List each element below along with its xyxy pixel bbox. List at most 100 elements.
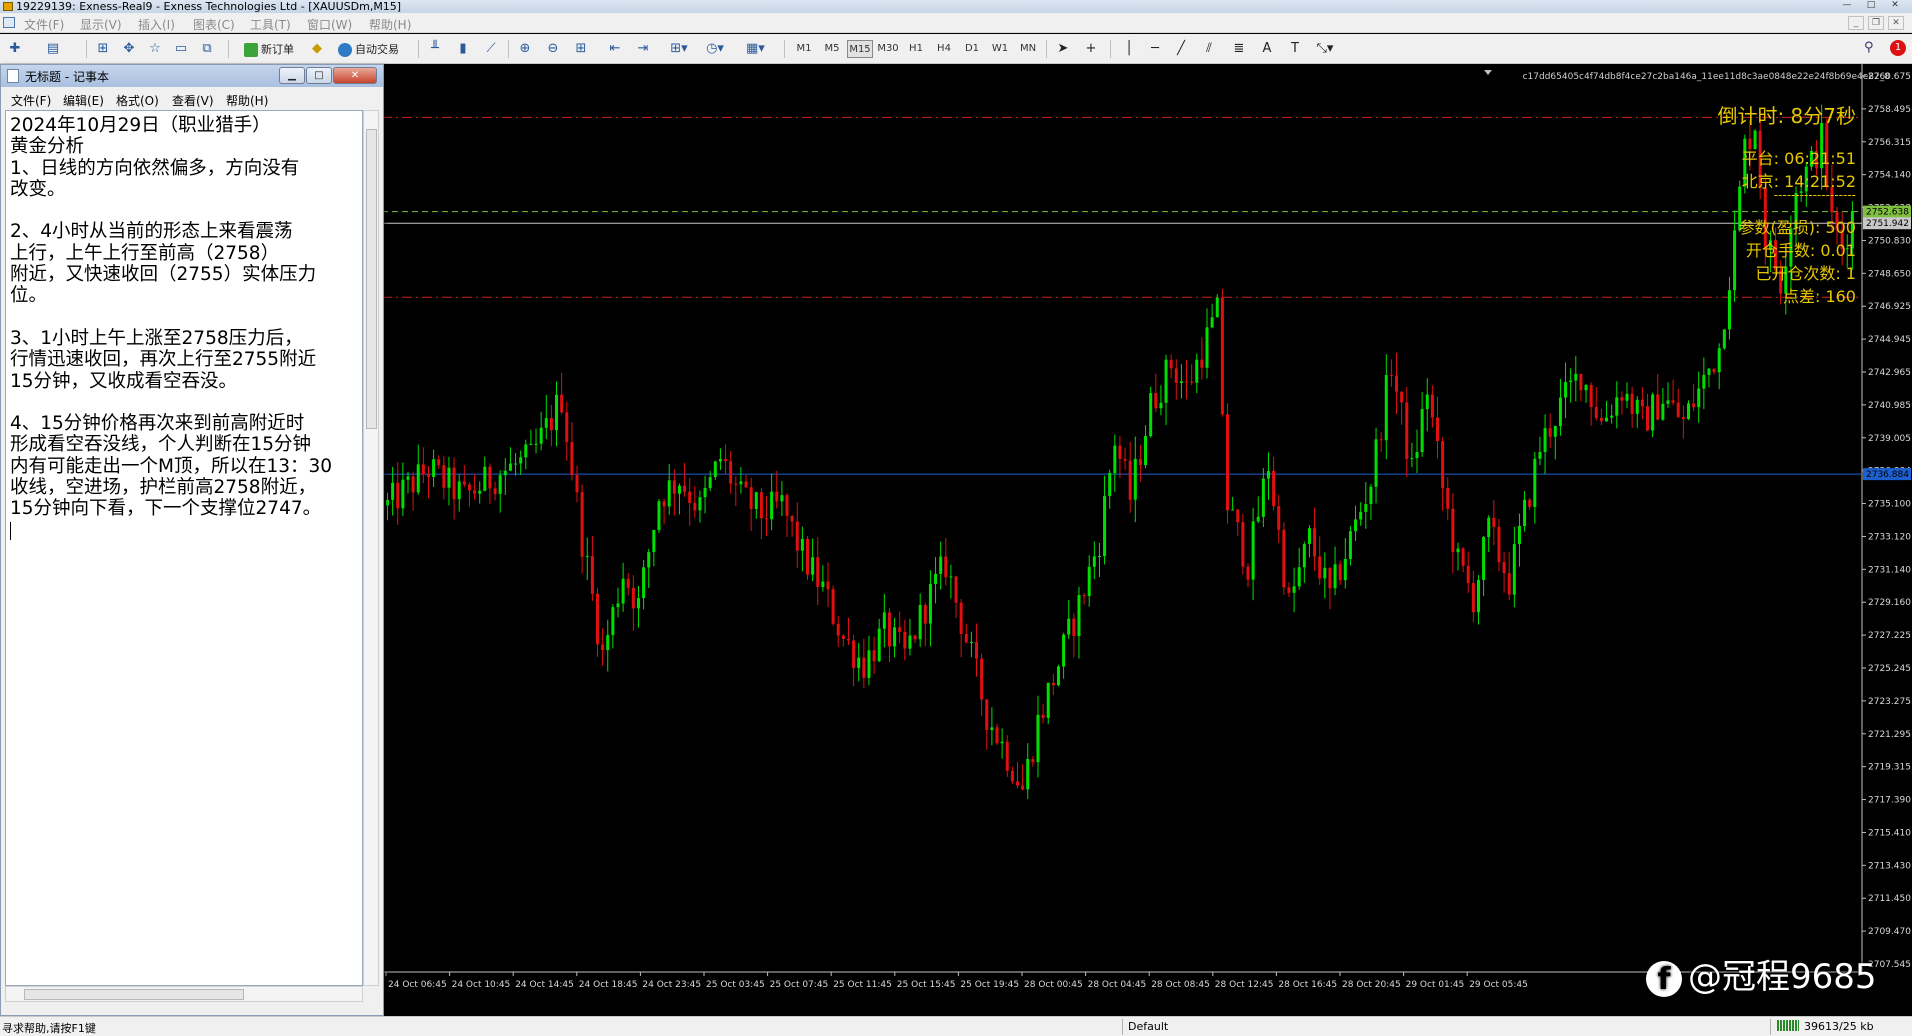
menu-tools[interactable]: 工具(T)	[250, 16, 291, 33]
zoom-in-icon[interactable]: ⊕	[516, 40, 534, 58]
menu-file[interactable]: 文件(F)	[24, 16, 64, 33]
zoom-out-icon[interactable]: ⊖	[544, 40, 562, 58]
market-watch-icon[interactable]: ⊞	[94, 40, 112, 58]
candle-body	[647, 552, 651, 568]
notepad-window[interactable]: 无标题 - 记事本 ▁ □ ✕ 文件(F) 编辑(E) 格式(O) 查看(V) …	[0, 64, 384, 1016]
maximize-button[interactable]: □	[1860, 0, 1882, 11]
timeframe-m1[interactable]: M1	[791, 40, 817, 58]
tile-windows-icon[interactable]: ⊞	[572, 40, 590, 58]
candle-body	[1410, 458, 1414, 460]
candle-body	[893, 627, 897, 647]
candle-body	[826, 581, 830, 590]
notepad-icon	[7, 69, 19, 83]
chart-canvas[interactable]: 2760.6752758.4952756.3152754.1402752.638…	[382, 64, 1912, 994]
indicators-icon[interactable]: ⊞▾	[670, 40, 688, 58]
text-line: 收线，空进场，护栏前高2758附近，	[10, 477, 317, 499]
notepad-minimize-button[interactable]: ▁	[279, 67, 305, 84]
timeframe-m30[interactable]: M30	[875, 40, 901, 58]
candle-body	[1164, 359, 1168, 403]
terminal-icon[interactable]: ▭	[172, 40, 190, 58]
trendline-icon[interactable]: ╱	[1172, 40, 1190, 58]
timeframe-h1[interactable]: H1	[903, 40, 929, 58]
metaeditor-icon[interactable]: ◆	[308, 40, 326, 58]
notepad-title-bar[interactable]: 无标题 - 记事本 ▁ □ ✕	[1, 65, 383, 87]
menu-help[interactable]: 帮助(H)	[369, 16, 411, 33]
candle-body	[488, 466, 492, 489]
candle-body	[969, 641, 973, 643]
notepad-menu-edit[interactable]: 编辑(E)	[63, 92, 104, 109]
templates-icon[interactable]: ▦▾	[746, 40, 765, 58]
menu-charts[interactable]: 图表(C)	[193, 16, 235, 33]
scrollbar-thumb[interactable]	[366, 129, 377, 429]
notification-badge[interactable]: 1	[1890, 40, 1906, 56]
timeframe-h4[interactable]: H4	[931, 40, 957, 58]
notepad-text-area[interactable]: 2024年10月29日（职业猎手） 黄金分析 1、日线的方向依然偏多，方向没有 …	[5, 110, 363, 986]
menu-window[interactable]: 窗口(W)	[307, 16, 352, 33]
notepad-menu-file[interactable]: 文件(F)	[11, 92, 51, 109]
navigator-icon[interactable]: ☆	[146, 40, 164, 58]
price-tick-label: 2723.275	[1868, 697, 1911, 707]
timeframe-m5[interactable]: M5	[819, 40, 845, 58]
arrows-tool-icon[interactable]: ⤡▾	[1316, 40, 1334, 58]
candlestick-chart-icon[interactable]: ▮	[454, 40, 472, 58]
data-window-icon[interactable]: ✥	[120, 40, 138, 58]
candle-body	[621, 578, 625, 604]
time-tick-label: 25 Oct 19:45	[960, 980, 1019, 990]
menu-view[interactable]: 显示(V)	[80, 16, 122, 33]
candle-body	[1016, 781, 1019, 786]
fibonacci-icon[interactable]: ≣	[1230, 40, 1248, 58]
opened-count-label: 已开仓次数: 1	[1755, 264, 1856, 283]
scrollbar-thumb[interactable]	[24, 989, 244, 1000]
candle-body	[887, 612, 891, 647]
mdi-restore-button[interactable]: ❐	[1868, 16, 1884, 30]
time-tick-label: 28 Oct 08:45	[1151, 980, 1210, 990]
candle-body	[657, 501, 661, 530]
notepad-vertical-scrollbar[interactable]	[363, 110, 379, 986]
notepad-close-button[interactable]: ✕	[333, 67, 377, 84]
mdi-close-button[interactable]: ✕	[1888, 16, 1904, 30]
mdi-minimize-button[interactable]: _	[1848, 16, 1864, 30]
horizontal-line-icon[interactable]: ─	[1146, 40, 1164, 58]
periods-icon[interactable]: ◷▾	[706, 40, 724, 58]
notepad-menu-format[interactable]: 格式(O)	[116, 92, 159, 109]
candle-body	[1425, 394, 1429, 410]
text-tool-icon[interactable]: A	[1258, 40, 1276, 58]
timeframe-m15[interactable]: M15	[847, 40, 873, 58]
bar-chart-icon[interactable]: ╨	[426, 40, 444, 58]
candle-body	[677, 485, 681, 494]
price-tick-label: 2715.410	[1868, 828, 1911, 838]
cursor-icon[interactable]: ➤	[1054, 40, 1072, 58]
new-order-button[interactable]: 新订单	[240, 40, 299, 58]
status-profile[interactable]: Default	[1128, 1020, 1168, 1033]
candle-body	[1026, 759, 1030, 790]
search-icon[interactable]: ⚲	[1864, 40, 1878, 55]
channel-icon[interactable]: ⫽	[1200, 40, 1218, 58]
timeframe-mn[interactable]: MN	[1015, 40, 1041, 58]
chart-shift-icon[interactable]: ⇤	[606, 40, 624, 58]
close-button[interactable]: ✕	[1884, 0, 1906, 11]
candle-body	[1594, 407, 1598, 418]
text-label-tool-icon[interactable]: T	[1286, 40, 1304, 58]
timeframe-w1[interactable]: W1	[987, 40, 1013, 58]
notepad-menu-view[interactable]: 查看(V)	[172, 92, 214, 109]
menu-insert[interactable]: 插入(I)	[138, 16, 175, 33]
auto-trading-button[interactable]: 自动交易	[334, 40, 404, 58]
autoscroll-icon[interactable]: ⇥	[634, 40, 652, 58]
chart-window-icon[interactable]	[3, 17, 15, 28]
line-chart-icon[interactable]: ⟋	[482, 40, 500, 58]
timeframe-d1[interactable]: D1	[959, 40, 985, 58]
time-tick-label: 24 Oct 23:45	[642, 980, 701, 990]
strategy-tester-icon[interactable]: ⧉	[198, 40, 216, 58]
notepad-menu-help[interactable]: 帮助(H)	[226, 92, 268, 109]
vertical-line-icon[interactable]: │	[1120, 40, 1138, 58]
crosshair-icon[interactable]: +	[1082, 40, 1100, 58]
candle-body	[923, 605, 927, 624]
notepad-horizontal-scrollbar[interactable]	[5, 986, 363, 1002]
notepad-maximize-button[interactable]: □	[306, 67, 332, 84]
price-chart[interactable]: 2760.6752758.4952756.3152754.1402752.638…	[382, 64, 1912, 994]
profiles-icon[interactable]: ▤	[44, 40, 62, 58]
candle-body	[985, 699, 989, 730]
new-chart-icon[interactable]: ✚	[6, 40, 24, 58]
minimize-button[interactable]: —	[1836, 0, 1858, 11]
candle-body	[806, 538, 809, 575]
